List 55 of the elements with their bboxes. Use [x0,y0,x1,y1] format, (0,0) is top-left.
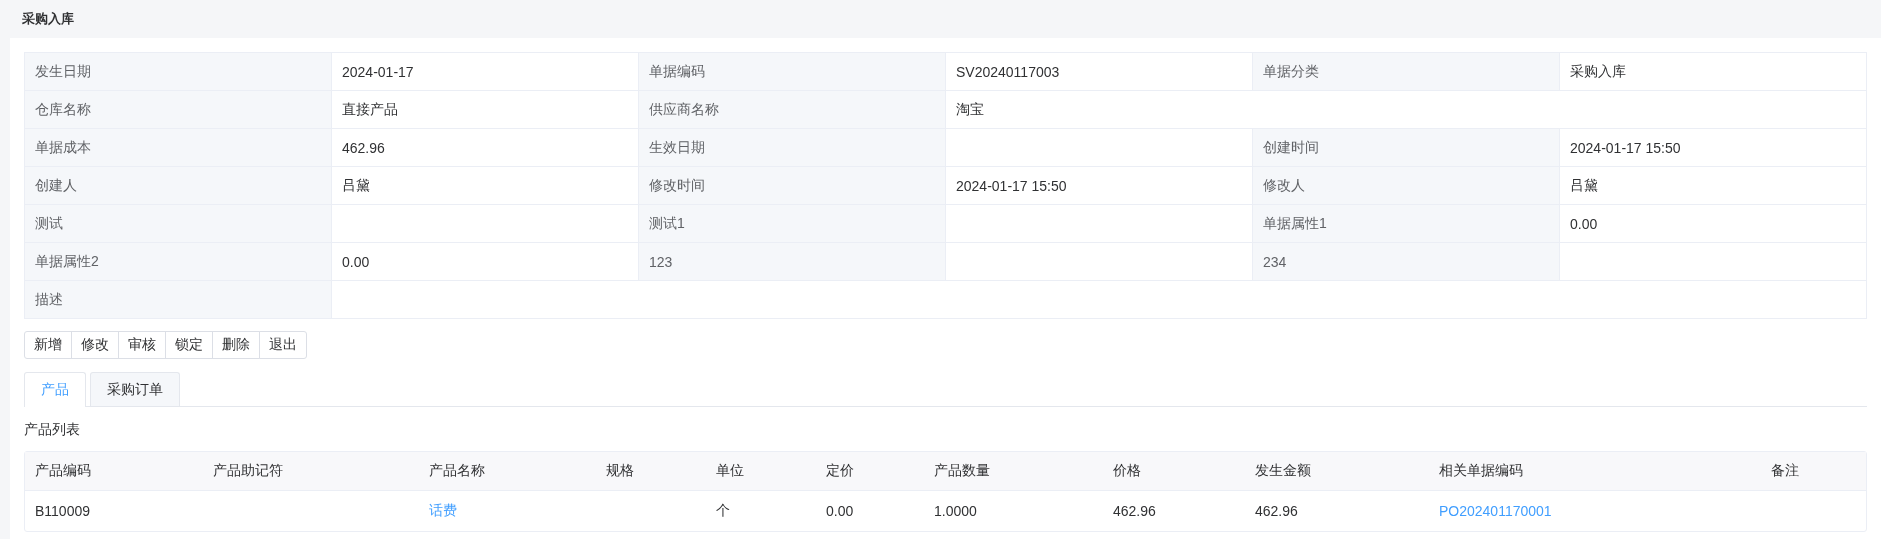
field-label: 测试 [25,205,332,243]
field-label: 单据分类 [1253,53,1560,91]
field-label: 测试1 [639,205,946,243]
column-header: 产品编码 [25,452,203,491]
field-value: 0.00 [1560,205,1867,243]
field-label: 修改人 [1253,167,1560,205]
field-value: 采购入库 [1560,53,1867,91]
column-header: 产品名称 [419,452,596,491]
field-label: 修改时间 [639,167,946,205]
column-header: 产品数量 [924,452,1103,491]
field-label: 单据编码 [639,53,946,91]
toolbar-button[interactable]: 退出 [259,331,307,359]
table-cell-text: 个 [715,501,731,520]
field-label: 创建人 [25,167,332,205]
column-header: 发生金额 [1245,452,1429,491]
field-value: 吕黛 [1560,167,1867,205]
field-label: 单据成本 [25,129,332,167]
toolbar-button[interactable]: 锁定 [165,331,213,359]
field-label: 描述 [25,281,332,319]
field-label: 123 [639,243,946,281]
field-label: 234 [1253,243,1560,281]
section-title: 产品列表 [24,421,80,439]
table-cell-text: 0.00 [825,502,855,521]
field-label: 单据属性1 [1253,205,1560,243]
field-value: SV20240117003 [946,53,1253,91]
toolbar-button[interactable]: 修改 [71,331,119,359]
column-header: 产品助记符 [203,452,419,491]
toolbar-button[interactable]: 删除 [212,331,260,359]
field-label: 供应商名称 [639,91,946,129]
toolbar-button[interactable]: 新增 [24,331,72,359]
field-value: 2024-01-17 15:50 [1560,129,1867,167]
column-header: 价格 [1103,452,1245,491]
field-value: 2024-01-17 15:50 [946,167,1253,205]
field-label: 单据属性2 [25,243,332,281]
field-label: 仓库名称 [25,91,332,129]
field-value: 吕黛 [332,167,639,205]
column-header: 相关单据编码 [1429,452,1761,491]
table-cell-text: 1.0000 [933,502,978,521]
field-label: 创建时间 [1253,129,1560,167]
field-value: 0.00 [332,243,639,281]
field-value: 直接产品 [332,91,639,129]
page-title: 采购入库 [22,10,74,28]
field-value: 462.96 [332,129,639,167]
toolbar-button[interactable]: 审核 [118,331,166,359]
tab[interactable]: 采购订单 [90,372,180,406]
field-value: 2024-01-17 [332,53,639,91]
field-label: 发生日期 [25,53,332,91]
table-cell-text: B110009 [34,502,91,521]
column-header: 备注 [1761,452,1866,491]
column-header: 定价 [816,452,924,491]
column-header: 规格 [596,452,706,491]
column-header: 单位 [706,452,816,491]
field-label: 生效日期 [639,129,946,167]
table-cell-text: 462.96 [1254,502,1299,521]
table-cell-text: 462.96 [1112,502,1157,521]
